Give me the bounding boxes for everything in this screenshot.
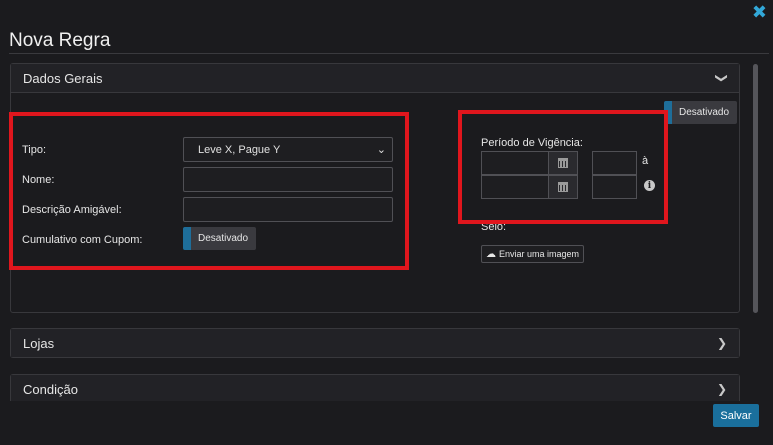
periodo-start-date bbox=[481, 151, 578, 175]
periodo-label: Período de Vigência: bbox=[481, 137, 583, 149]
cloud-upload-icon: ☁ bbox=[486, 248, 496, 260]
nome-input[interactable] bbox=[183, 167, 393, 192]
end-date-calendar-button[interactable] bbox=[549, 175, 578, 199]
panel-condicao: Condição ❯ bbox=[10, 374, 740, 401]
toggle-knob bbox=[664, 101, 672, 124]
close-icon[interactable]: ✖ bbox=[752, 4, 767, 22]
periodo-separator: à bbox=[642, 155, 649, 167]
scrollbar[interactable] bbox=[753, 64, 758, 313]
upload-image-label: Enviar uma imagem bbox=[499, 249, 580, 259]
tipo-select[interactable]: Leve X, Pague Y ⌄ bbox=[183, 137, 393, 162]
tipo-label: Tipo: bbox=[22, 144, 47, 156]
panel-dados-gerais-header[interactable]: Dados Gerais ❯ bbox=[11, 64, 739, 93]
info-icon[interactable]: i bbox=[644, 180, 655, 191]
cumulativo-toggle-label: Desativado bbox=[191, 227, 257, 250]
chevron-down-icon: ⌄ bbox=[376, 143, 386, 156]
panel-lojas-header[interactable]: Lojas ❯ bbox=[11, 329, 739, 357]
panel-condicao-title: Condição bbox=[23, 381, 78, 397]
chevron-down-icon[interactable]: ❯ bbox=[715, 73, 729, 83]
start-date-calendar-button[interactable] bbox=[549, 151, 578, 175]
upload-image-button[interactable]: ☁ Enviar uma imagem bbox=[481, 245, 585, 263]
toggle-knob bbox=[183, 227, 191, 250]
nome-label: Nome: bbox=[22, 174, 55, 186]
end-time-input[interactable] bbox=[592, 175, 637, 199]
periodo-end-date bbox=[481, 175, 578, 199]
chevron-right-icon[interactable]: ❯ bbox=[717, 336, 727, 350]
panel-lojas: Lojas ❯ bbox=[10, 328, 740, 358]
status-toggle[interactable]: Desativado bbox=[664, 101, 738, 124]
cumulativo-toggle[interactable]: Desativado bbox=[183, 227, 257, 250]
tipo-select-value: Leve X, Pague Y bbox=[198, 143, 281, 156]
panel-dados-gerais-title: Dados Gerais bbox=[23, 70, 103, 86]
start-time-input[interactable] bbox=[592, 151, 637, 175]
start-date-input[interactable] bbox=[481, 151, 549, 175]
descricao-label: Descrição Amigável: bbox=[22, 204, 122, 216]
scrollbar-thumb[interactable] bbox=[753, 64, 758, 313]
chevron-right-icon[interactable]: ❯ bbox=[717, 382, 727, 396]
panel-dados-gerais: Dados Gerais ❯ Desativado Tipo: Leve X, … bbox=[10, 63, 740, 313]
status-toggle-label: Desativado bbox=[672, 101, 738, 124]
panel-condicao-header[interactable]: Condição ❯ bbox=[11, 375, 739, 401]
modal-title: Nova Regra bbox=[9, 30, 111, 51]
end-date-input[interactable] bbox=[481, 175, 549, 199]
panel-lojas-title: Lojas bbox=[23, 335, 55, 351]
calendar-icon bbox=[558, 158, 568, 168]
cumulativo-label: Cumulativo com Cupom: bbox=[22, 234, 143, 246]
selo-label: Selo: bbox=[481, 221, 507, 233]
modal-body: Dados Gerais ❯ Desativado Tipo: Leve X, … bbox=[0, 54, 773, 401]
descricao-input[interactable] bbox=[183, 197, 393, 222]
save-button[interactable]: Salvar bbox=[713, 404, 759, 427]
calendar-icon bbox=[558, 182, 568, 192]
